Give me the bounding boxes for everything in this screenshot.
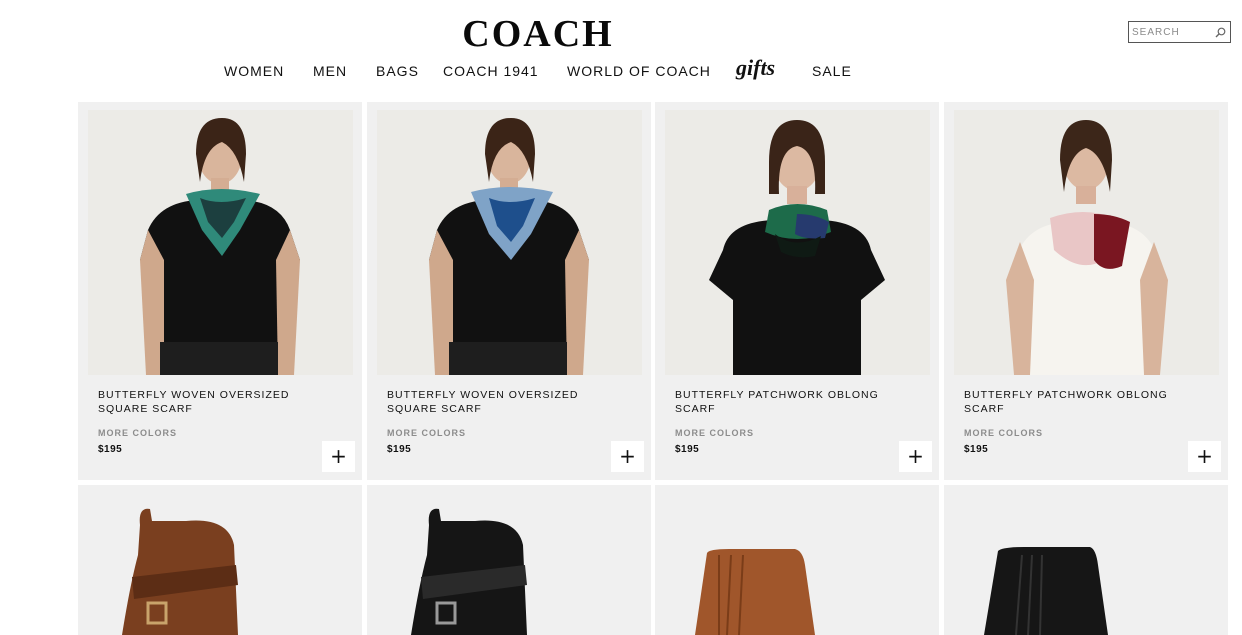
nav-item-sale[interactable]: SALE xyxy=(812,63,852,79)
search-box[interactable] xyxy=(1128,21,1231,43)
model-photo xyxy=(377,110,642,375)
product-image[interactable] xyxy=(665,110,930,375)
product-name[interactable]: BUTTERFLY PATCHWORK OBLONG SCARF xyxy=(964,388,1204,416)
more-colors-link[interactable]: MORE COLORS xyxy=(964,428,1043,438)
nav-item-men[interactable]: MEN xyxy=(313,63,347,79)
product-image[interactable] xyxy=(88,110,353,375)
more-colors-link[interactable]: MORE COLORS xyxy=(387,428,466,438)
product-name[interactable]: BUTTERFLY PATCHWORK OBLONG SCARF xyxy=(675,388,915,416)
nav-item-world-of-coach[interactable]: WORLD OF COACH xyxy=(567,63,711,79)
product-image[interactable] xyxy=(944,485,1228,635)
product-image[interactable] xyxy=(367,485,651,635)
product-image[interactable] xyxy=(655,485,939,635)
product-card[interactable]: BUTTERFLY PATCHWORK OBLONG SCARF MORE CO… xyxy=(655,102,939,480)
coach-logo[interactable]: COACH xyxy=(426,14,650,54)
product-card[interactable] xyxy=(78,485,362,635)
add-to-bag-button[interactable]: + xyxy=(1188,441,1221,472)
more-colors-link[interactable]: MORE COLORS xyxy=(675,428,754,438)
add-to-bag-button[interactable]: + xyxy=(899,441,932,472)
main-nav: WOMEN MEN BAGS COACH 1941 WORLD OF COACH… xyxy=(0,55,1060,84)
nav-item-gifts[interactable]: gifts xyxy=(736,55,775,81)
product-card[interactable]: BUTTERFLY WOVEN OVERSIZED SQUARE SCARF M… xyxy=(367,102,651,480)
more-colors-link[interactable]: MORE COLORS xyxy=(98,428,177,438)
product-card[interactable] xyxy=(367,485,651,635)
product-image[interactable] xyxy=(78,485,362,635)
product-name[interactable]: BUTTERFLY WOVEN OVERSIZED SQUARE SCARF xyxy=(98,388,338,416)
product-card[interactable] xyxy=(655,485,939,635)
model-photo xyxy=(954,110,1219,375)
product-image[interactable] xyxy=(954,110,1219,375)
search-icon[interactable] xyxy=(1215,27,1226,38)
search-input[interactable] xyxy=(1132,24,1214,40)
product-card[interactable]: BUTTERFLY WOVEN OVERSIZED SQUARE SCARF M… xyxy=(78,102,362,480)
product-card[interactable] xyxy=(944,485,1228,635)
product-name[interactable]: BUTTERFLY WOVEN OVERSIZED SQUARE SCARF xyxy=(387,388,627,416)
product-price: $195 xyxy=(675,444,700,455)
nav-item-coach-1941[interactable]: COACH 1941 xyxy=(443,63,539,79)
product-image[interactable] xyxy=(377,110,642,375)
product-price: $195 xyxy=(98,444,123,455)
model-photo xyxy=(88,110,353,375)
product-price: $195 xyxy=(964,444,989,455)
add-to-bag-button[interactable]: + xyxy=(611,441,644,472)
nav-item-bags[interactable]: BAGS xyxy=(376,63,419,79)
nav-item-women[interactable]: WOMEN xyxy=(224,63,284,79)
add-to-bag-button[interactable]: + xyxy=(322,441,355,472)
model-photo xyxy=(665,110,930,375)
product-card[interactable]: BUTTERFLY PATCHWORK OBLONG SCARF MORE CO… xyxy=(944,102,1228,480)
product-price: $195 xyxy=(387,444,412,455)
